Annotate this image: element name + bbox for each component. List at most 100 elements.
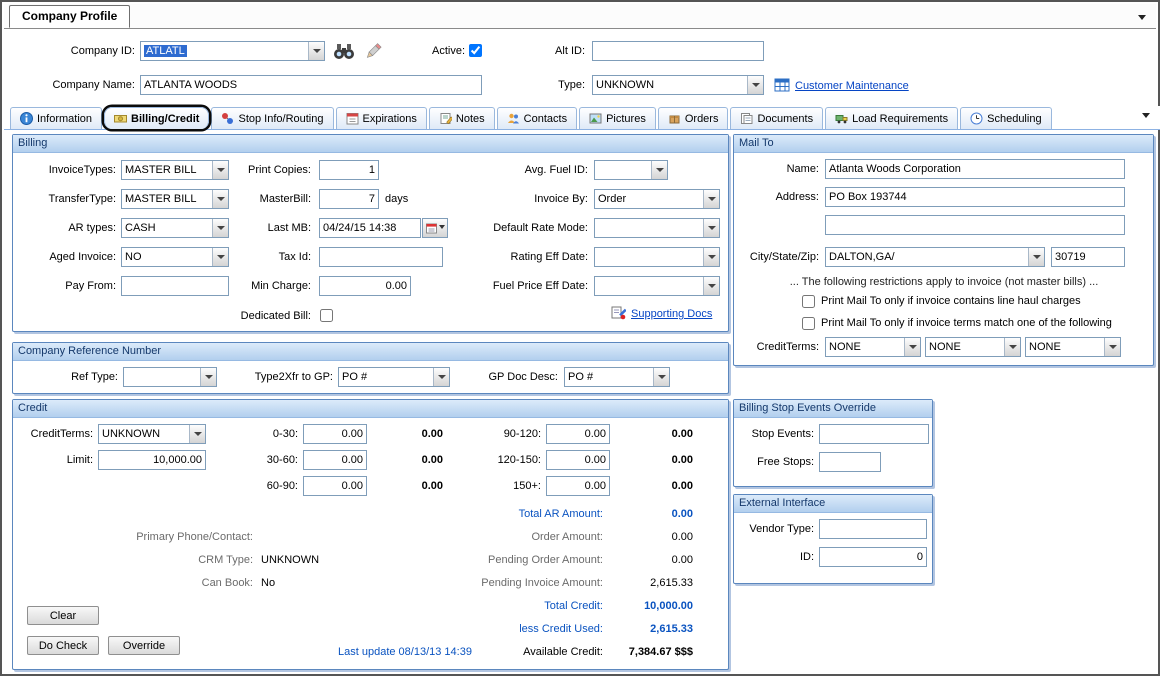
dropdown-arrow-icon[interactable] [1028, 248, 1044, 266]
tab-scheduling[interactable]: Scheduling [960, 107, 1051, 129]
tab-label: Documents [757, 113, 813, 125]
chevron-down-icon[interactable] [1138, 15, 1146, 24]
vendor-type-label: Vendor Type: [734, 519, 814, 539]
type2xfr-combo[interactable]: PO # [338, 367, 450, 387]
external-id-input[interactable] [819, 547, 927, 567]
tab-contacts[interactable]: Contacts [497, 107, 577, 129]
print-copies-input[interactable] [319, 160, 379, 180]
mail-credit-terms-combo-2[interactable]: NONE [925, 337, 1021, 357]
mail-credit-terms-combo-3[interactable]: NONE [1025, 337, 1121, 357]
dropdown-arrow-icon[interactable] [703, 248, 719, 266]
company-name-label: Company Name: [20, 75, 135, 95]
window-title: Company Profile [22, 9, 117, 23]
aging-120-150-input[interactable] [546, 450, 610, 470]
default-rate-mode-combo[interactable] [594, 218, 720, 238]
dropdown-arrow-icon[interactable] [904, 338, 920, 356]
active-checkbox[interactable] [469, 44, 482, 57]
credit-terms-combo[interactable]: UNKNOWN [98, 424, 206, 444]
supporting-docs-icon[interactable] [611, 305, 626, 320]
tab-documents[interactable]: Documents [730, 107, 823, 129]
aging-30-60-input[interactable] [303, 450, 367, 470]
ref-type-combo[interactable] [123, 367, 217, 387]
clear-button[interactable]: Clear [27, 606, 99, 625]
mail-address-input[interactable] [825, 187, 1125, 207]
dedicated-bill-label: Dedicated Bill: [208, 306, 311, 326]
aging-90-120-input[interactable] [546, 424, 610, 444]
master-bill-input[interactable] [319, 189, 379, 209]
dropdown-arrow-icon[interactable] [703, 219, 719, 237]
dedicated-bill-checkbox[interactable] [320, 309, 333, 322]
available-credit-value: 7,384.67 $$$ [573, 642, 693, 662]
tab-information[interactable]: Information [10, 107, 102, 129]
supporting-docs-link[interactable]: Supporting Docs [631, 306, 712, 322]
binoculars-icon[interactable] [333, 42, 355, 60]
free-stops-input[interactable] [819, 452, 881, 472]
vendor-type-input[interactable] [819, 519, 927, 539]
alt-id-input[interactable] [592, 41, 764, 61]
stop-events-input[interactable] [819, 424, 929, 444]
default-rate-mode-label: Default Rate Mode: [433, 218, 588, 238]
aged-invoice-value: NO [125, 248, 210, 266]
print-terms-match-checkbox[interactable] [802, 317, 815, 330]
dropdown-arrow-icon[interactable] [703, 277, 719, 295]
external-id-label: ID: [734, 547, 814, 567]
can-book-label: Can Book: [13, 573, 253, 593]
dropdown-arrow-icon[interactable] [653, 368, 669, 386]
invoice-by-combo[interactable]: Order [594, 189, 720, 209]
mail-address2-input[interactable] [825, 215, 1125, 235]
dropdown-arrow-icon[interactable] [747, 76, 763, 94]
zip-input[interactable] [1051, 247, 1125, 267]
aging-150-plus-input[interactable] [546, 476, 610, 496]
tab-pictures[interactable]: Pictures [579, 107, 656, 129]
print-line-haul-checkbox[interactable] [802, 295, 815, 308]
tax-id-label: Tax Id: [208, 247, 311, 267]
mail-name-input[interactable] [825, 159, 1125, 179]
tab-load-requirements[interactable]: Load Requirements [825, 107, 958, 129]
override-button[interactable]: Override [108, 636, 180, 655]
rating-eff-date-combo[interactable] [594, 247, 720, 267]
dropdown-arrow-icon[interactable] [703, 190, 719, 208]
mail-credit-terms-value-3: NONE [1029, 338, 1102, 356]
window-title-tab[interactable]: Company Profile [9, 5, 130, 28]
type-combo[interactable]: UNKNOWN [592, 75, 764, 95]
pencil-icon[interactable] [364, 42, 382, 60]
min-charge-input[interactable] [319, 276, 411, 296]
company-name-input[interactable] [140, 75, 482, 95]
dropdown-arrow-icon[interactable] [651, 161, 667, 179]
credit-limit-input[interactable] [98, 450, 206, 470]
master-bill-days-suffix: days [385, 189, 425, 209]
dropdown-arrow-icon[interactable] [1004, 338, 1020, 356]
mail-restrictions-note: ... The following restrictions apply to … [744, 276, 1144, 288]
tab-stop-info-routing[interactable]: Stop Info/Routing [211, 107, 333, 129]
external-interface-header: External Interface [734, 495, 932, 513]
aging-60-90-input[interactable] [303, 476, 367, 496]
avg-fuel-id-combo[interactable] [594, 160, 668, 180]
tab-notes[interactable]: Notes [429, 107, 495, 129]
avg-fuel-id-label: Avg. Fuel ID: [433, 160, 588, 180]
ar-types-value: CASH [125, 219, 210, 237]
city-state-combo[interactable]: DALTON,GA/ [825, 247, 1045, 267]
tab-orders[interactable]: Orders [658, 107, 729, 129]
customer-maintenance-icon[interactable] [774, 77, 790, 93]
aging-0-30-input[interactable] [303, 424, 367, 444]
dropdown-arrow-icon[interactable] [308, 42, 324, 60]
fuel-price-eff-date-combo[interactable] [594, 276, 720, 296]
company-id-combo[interactable]: ATLATL [140, 41, 325, 61]
mail-credit-terms-combo-1[interactable]: NONE [825, 337, 921, 357]
tab-expirations[interactable]: Expirations [336, 107, 427, 129]
last-mb-input[interactable] [319, 218, 421, 238]
gp-doc-desc-combo[interactable]: PO # [564, 367, 670, 387]
chevron-down-icon[interactable] [1142, 113, 1150, 122]
dropdown-arrow-icon[interactable] [433, 368, 449, 386]
customer-maintenance-link[interactable]: Customer Maintenance [795, 78, 909, 94]
dropdown-arrow-icon[interactable] [200, 368, 216, 386]
tab-billing-credit[interactable]: Billing/Credit [104, 107, 209, 129]
can-book-value: No [261, 573, 381, 593]
dropdown-arrow-icon[interactable] [1104, 338, 1120, 356]
gp-doc-desc-label: GP Doc Desc: [463, 367, 558, 387]
tax-id-input[interactable] [319, 247, 443, 267]
mail-to-group: Mail To Name: Address: City/State/Zip: D… [733, 134, 1154, 366]
do-check-button[interactable]: Do Check [27, 636, 99, 655]
company-profile-window: Company Profile Company ID: ATLATL Activ… [0, 0, 1160, 676]
billing-group: Billing InvoiceTypes: MASTER BILL Transf… [12, 134, 729, 332]
